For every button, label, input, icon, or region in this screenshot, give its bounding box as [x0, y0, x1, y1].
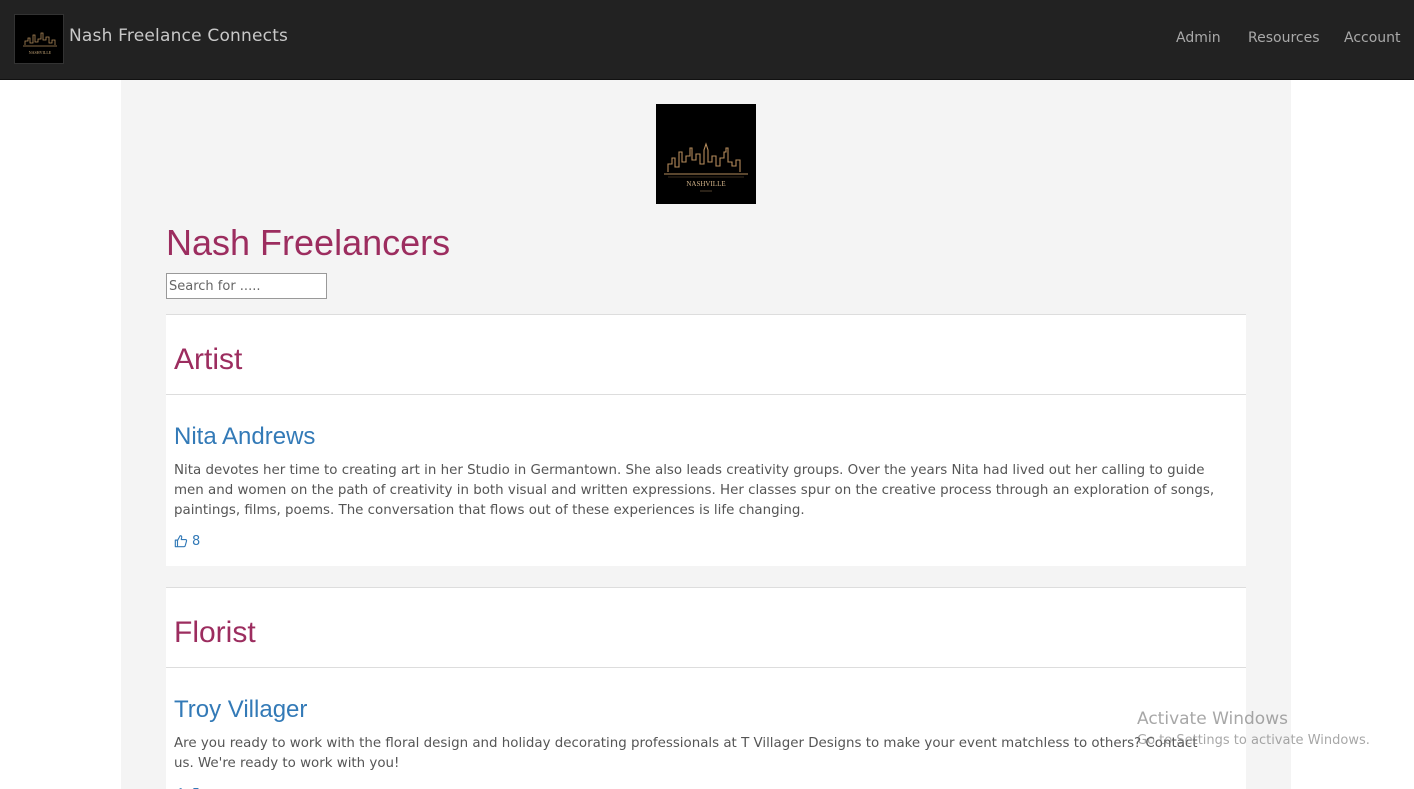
freelancer-entry: Troy Villager Are you ready to work with…: [166, 668, 1246, 789]
like-count: 8: [192, 533, 201, 549]
nav-account-link[interactable]: Account: [1344, 30, 1401, 46]
brand-logo[interactable]: NASHVILLE: [14, 14, 64, 64]
hero-logo-text: NASHVILLE: [686, 180, 725, 188]
freelancer-entry: Nita Andrews Nita devotes her time to cr…: [166, 395, 1246, 551]
nav-admin-link[interactable]: Admin: [1176, 30, 1221, 46]
hero-logo: NASHVILLE: [656, 104, 756, 204]
category-title: Florist: [174, 616, 256, 649]
page-title: Nash Freelancers: [166, 222, 451, 263]
like-button[interactable]: 8: [174, 531, 1238, 551]
thumbs-up-icon: [174, 534, 188, 548]
category-header: Florist: [166, 588, 1246, 668]
category-title: Artist: [174, 343, 243, 376]
category-card-florist: Florist Troy Villager Are you ready to w…: [166, 587, 1246, 789]
freelancer-name-link[interactable]: Troy Villager: [174, 668, 1238, 724]
freelancer-bio: Are you ready to work with the floral de…: [174, 736, 1198, 771]
nav-resources-link[interactable]: Resources: [1248, 30, 1320, 46]
like-button[interactable]: 5: [174, 784, 1238, 789]
search-input[interactable]: [166, 273, 327, 299]
brand-title[interactable]: Nash Freelance Connects: [69, 26, 288, 46]
main-container: NASHVILLE Nash Freelancers Artist Nita A…: [121, 80, 1291, 789]
freelancer-name-link[interactable]: Nita Andrews: [174, 395, 1238, 451]
category-card-artist: Artist Nita Andrews Nita devotes her tim…: [166, 314, 1246, 566]
category-header: Artist: [166, 315, 1246, 395]
freelancer-bio: Nita devotes her time to creating art in…: [174, 463, 1215, 518]
top-navbar: NASHVILLE Nash Freelance Connects Admin …: [0, 0, 1414, 80]
svg-text:NASHVILLE: NASHVILLE: [29, 50, 52, 55]
